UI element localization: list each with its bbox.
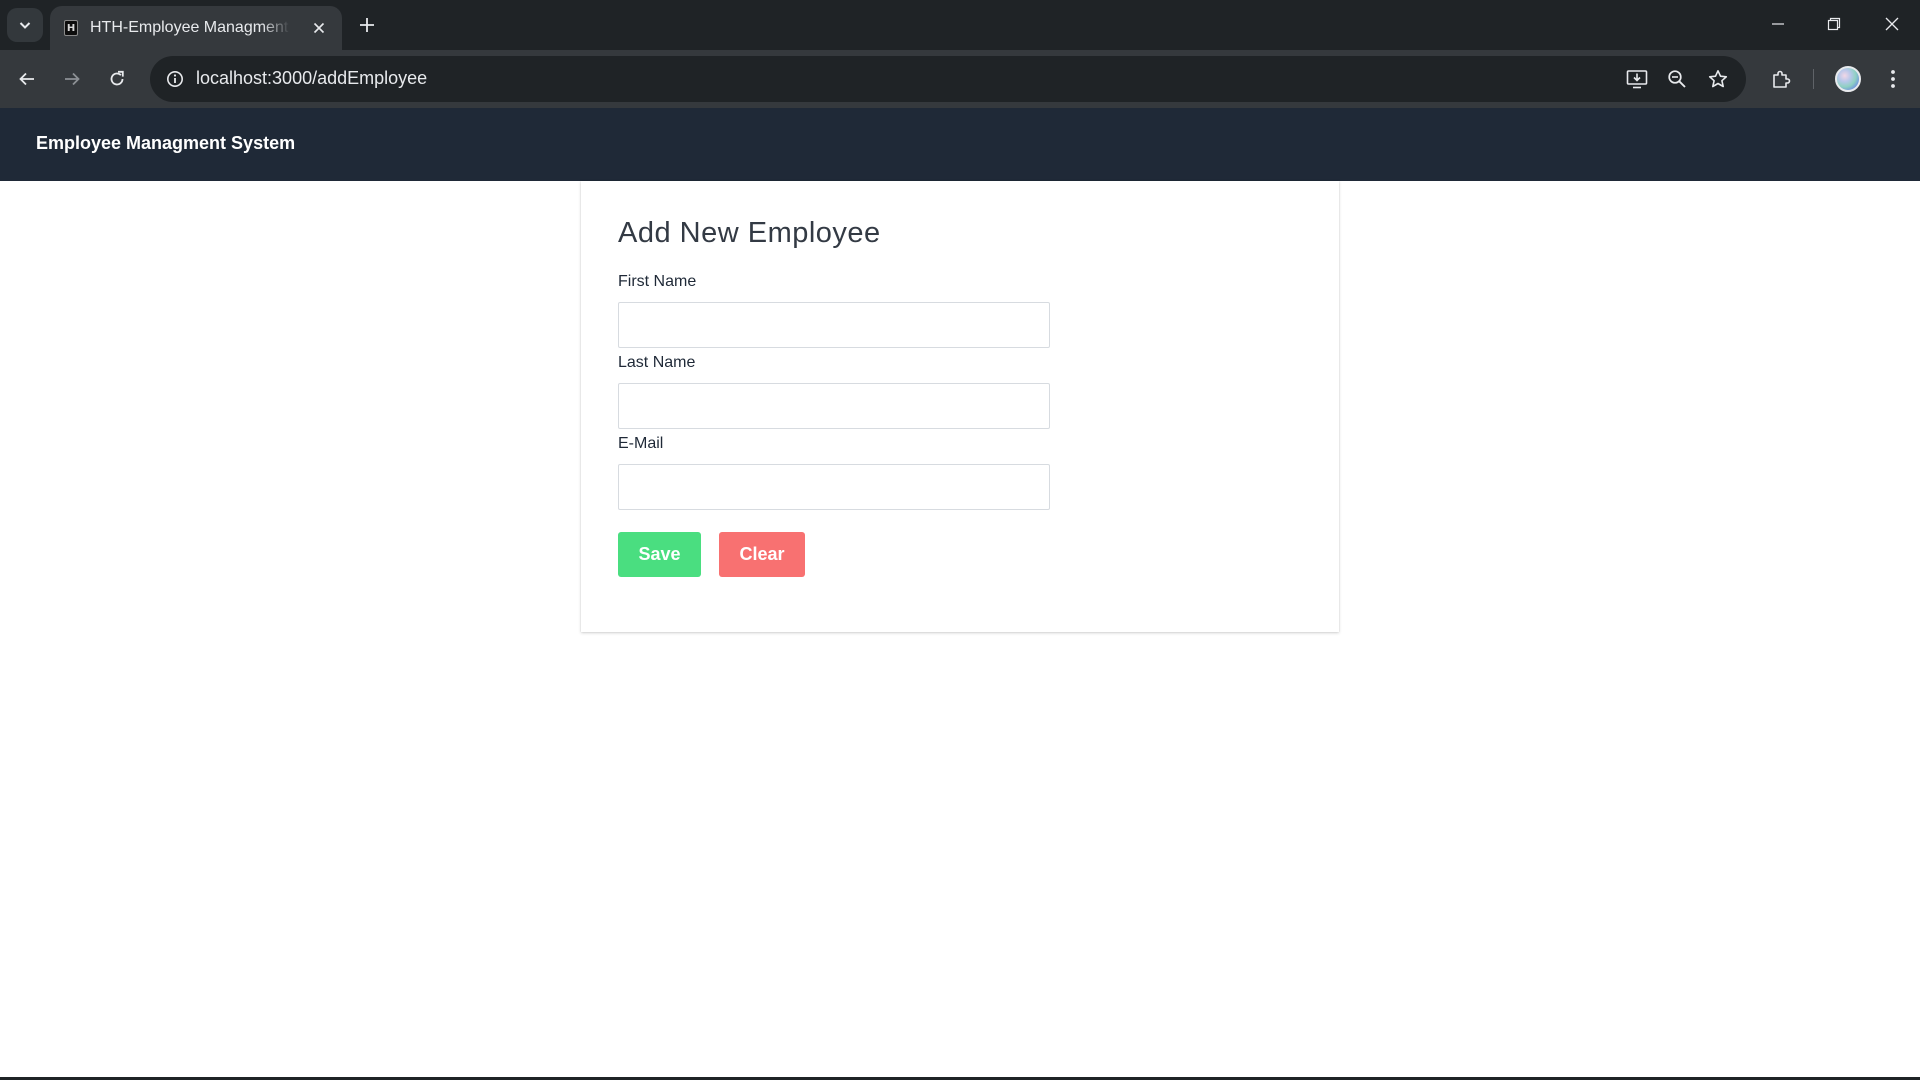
first-name-input[interactable]	[618, 302, 1050, 348]
first-name-label: First Name	[618, 273, 697, 290]
minimize-icon	[1771, 17, 1785, 31]
kebab-menu-icon	[1890, 69, 1896, 89]
install-app-button[interactable]	[1622, 64, 1652, 94]
extensions-button[interactable]	[1763, 61, 1799, 97]
close-window-button[interactable]	[1864, 0, 1920, 48]
info-icon	[166, 70, 184, 88]
profile-button[interactable]	[1830, 61, 1866, 97]
reload-icon	[108, 70, 126, 88]
close-icon	[1885, 17, 1899, 31]
install-app-icon	[1626, 69, 1648, 89]
bookmark-button[interactable]	[1703, 64, 1733, 94]
restore-icon	[1827, 17, 1841, 31]
page-title: Add New Employee	[618, 217, 881, 249]
zoom-out-icon	[1667, 69, 1687, 89]
star-icon	[1708, 69, 1728, 89]
email-input[interactable]	[618, 464, 1050, 510]
last-name-input[interactable]	[618, 383, 1050, 429]
toolbar-separator	[1813, 69, 1814, 89]
arrow-left-icon	[18, 70, 36, 88]
avatar	[1835, 66, 1861, 92]
plus-icon	[359, 17, 375, 33]
arrow-right-icon	[63, 70, 81, 88]
browser-tab[interactable]: H HTH-Employee Managment System	[50, 6, 342, 50]
minimize-button[interactable]	[1750, 0, 1806, 48]
new-tab-button[interactable]	[352, 10, 382, 40]
add-employee-card: Add New Employee First Name Last Name E-…	[581, 181, 1339, 632]
last-name-label: Last Name	[618, 354, 696, 371]
restore-button[interactable]	[1806, 0, 1862, 48]
browser-menu-button[interactable]	[1875, 61, 1911, 97]
puzzle-icon	[1771, 69, 1791, 89]
browser-toolbar: localhost:3000/addEmployee	[0, 50, 1920, 108]
close-icon[interactable]	[308, 17, 330, 39]
browser-tab-strip: H HTH-Employee Managment System	[0, 0, 1920, 50]
app-navbar: Employee Managment System	[0, 108, 1920, 181]
clear-button[interactable]: Clear	[719, 532, 805, 577]
save-button[interactable]: Save	[618, 532, 701, 577]
back-button[interactable]	[9, 61, 45, 97]
chevron-down-icon	[18, 18, 32, 32]
forward-button[interactable]	[54, 61, 90, 97]
reload-button[interactable]	[99, 61, 135, 97]
url-text[interactable]: localhost:3000/addEmployee	[196, 68, 427, 89]
tab-title: HTH-Employee Managment System	[90, 19, 290, 36]
tab-search-button[interactable]	[7, 8, 43, 42]
address-bar[interactable]: localhost:3000/addEmployee	[150, 56, 1746, 102]
brand-link[interactable]: Employee Managment System	[36, 133, 295, 154]
email-label: E-Mail	[618, 435, 664, 452]
zoom-button[interactable]	[1662, 64, 1692, 94]
favicon-icon: H	[64, 20, 78, 36]
site-info-button[interactable]	[160, 64, 190, 94]
